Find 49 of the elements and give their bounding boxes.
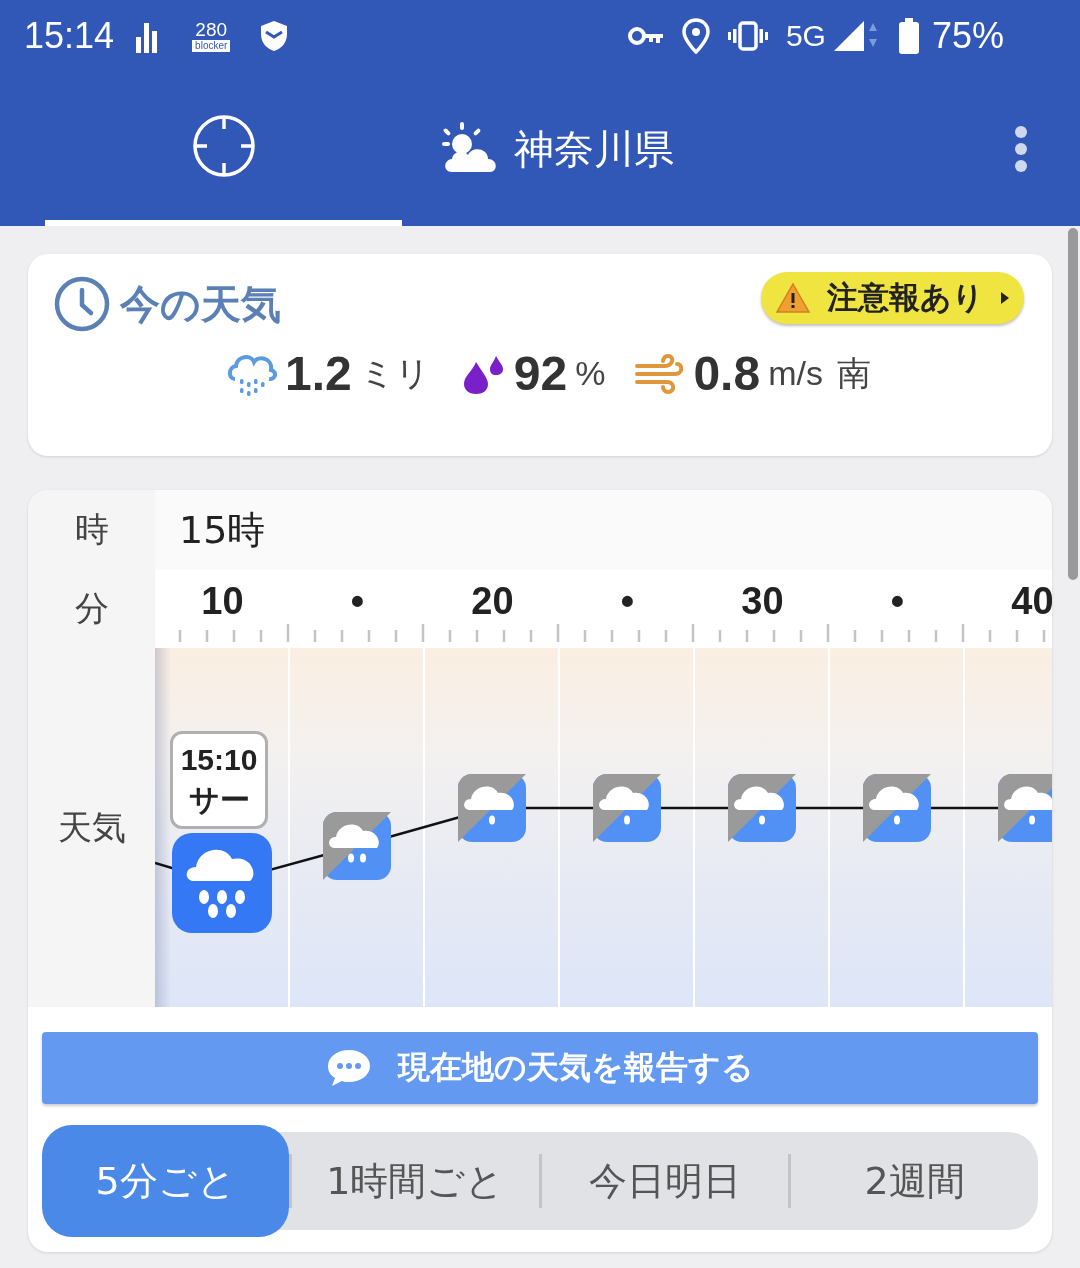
- alert-button[interactable]: 注意報あり: [761, 272, 1024, 324]
- wind-speed-unit: m/s: [768, 354, 823, 393]
- warning-icon: [775, 282, 811, 314]
- scrollbar[interactable]: [1068, 228, 1078, 580]
- precipitation-value: 1.2: [285, 346, 352, 401]
- rain-icon[interactable]: [458, 774, 526, 842]
- rain-icon[interactable]: [863, 774, 931, 842]
- precipitation-unit: ミリ: [359, 352, 430, 394]
- status-time: 15:14: [24, 15, 115, 57]
- range-tab[interactable]: 1時間ごと: [292, 1132, 539, 1230]
- more-icon[interactable]: [1014, 125, 1028, 173]
- minute-label: •: [889, 579, 906, 624]
- battery-icon: [897, 18, 920, 54]
- row-label: 時: [28, 490, 155, 570]
- time-tooltip: 15:10 サー: [170, 731, 268, 829]
- shield-icon: [260, 20, 289, 52]
- location-pin-icon: [681, 18, 710, 54]
- rain-icon[interactable]: [593, 774, 661, 842]
- chat-bubble-icon: [326, 1048, 372, 1088]
- crosshair-icon: [191, 114, 256, 178]
- humidity-value: 92: [513, 346, 568, 401]
- heavy-rain-icon[interactable]: [172, 833, 272, 933]
- rain-icon[interactable]: [323, 812, 391, 880]
- section-title: 今の天気: [120, 279, 281, 329]
- minute-label: 10: [200, 579, 245, 624]
- minute-label: 40: [1010, 579, 1052, 624]
- minute-label: 30: [740, 579, 785, 624]
- range-tab[interactable]: 2週間: [791, 1132, 1038, 1230]
- clock-icon: [54, 276, 110, 332]
- range-tab[interactable]: 今日明日: [541, 1132, 789, 1230]
- rain-icon[interactable]: [998, 774, 1052, 842]
- rain-icon[interactable]: [728, 774, 796, 842]
- blocker-badge: 280 blocker: [192, 20, 231, 52]
- key-icon: [627, 26, 664, 46]
- hour-label: 15時: [155, 490, 1052, 570]
- minute-label: •: [619, 579, 636, 624]
- battery-percent: 75%: [931, 15, 1004, 57]
- caret-icon: [1000, 291, 1010, 305]
- wind-direction: 南: [836, 351, 871, 395]
- minute-label: 20: [470, 579, 515, 624]
- row-label: 分: [28, 570, 155, 648]
- minute-label: •: [349, 579, 366, 624]
- wind-icon: [635, 353, 686, 394]
- network-type: 5G: [785, 19, 826, 53]
- wind-speed-value: 0.8: [693, 346, 761, 401]
- row-label: 天気: [28, 648, 155, 1007]
- range-tab[interactable]: 5分ごと: [42, 1125, 289, 1237]
- humidity-unit: %: [575, 354, 606, 393]
- vibrate-icon: [727, 21, 768, 51]
